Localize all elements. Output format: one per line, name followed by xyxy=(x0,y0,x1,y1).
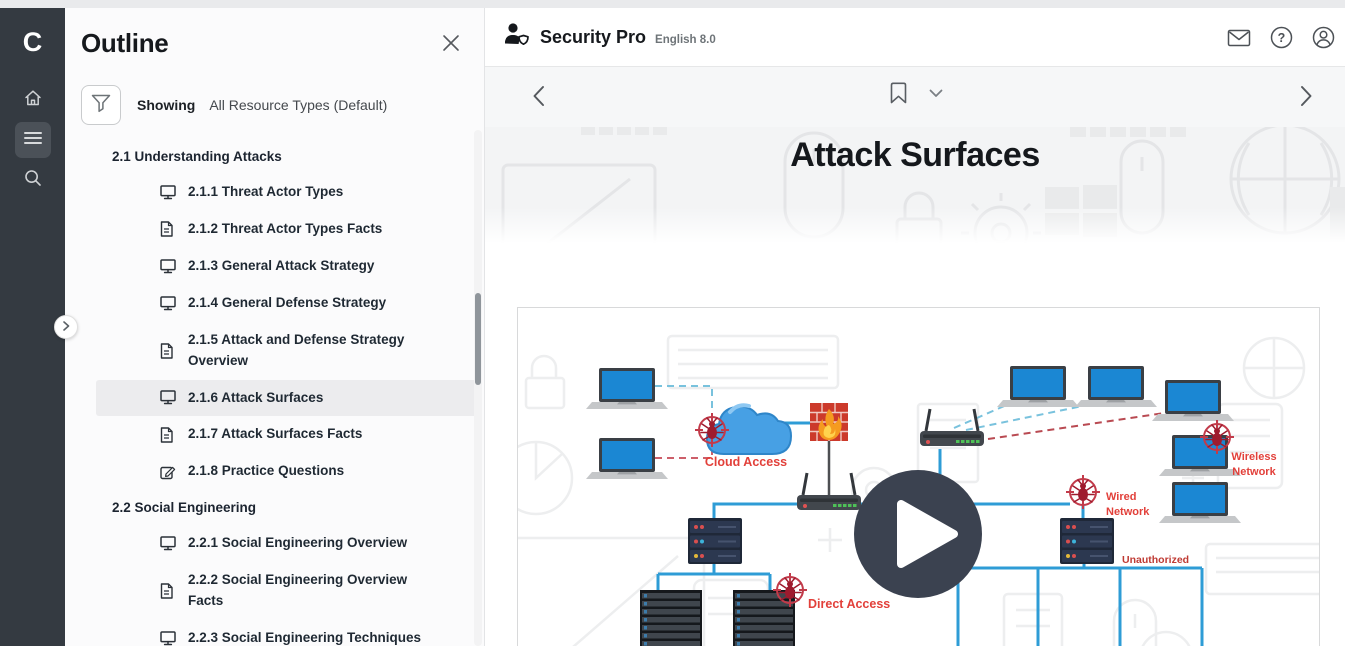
play-button[interactable] xyxy=(854,470,982,598)
video-lesson-icon xyxy=(160,536,176,551)
outline-item[interactable]: 2.1.2 Threat Actor Types Facts xyxy=(96,211,478,248)
filter-funnel-icon xyxy=(90,93,112,118)
cloud-access-label: Cloud Access xyxy=(705,455,787,469)
laptop-device xyxy=(1075,366,1157,407)
filter-showing-label: Showing xyxy=(137,97,195,113)
outline-item[interactable]: 2.1.8 Practice Questions xyxy=(96,453,478,490)
video-lesson-icon xyxy=(160,185,176,200)
app-window: C Outline xyxy=(0,0,1345,646)
outline-item-label: 2.1.7 Attack Surfaces Facts xyxy=(188,424,362,445)
outline-item[interactable]: 2.2.1 Social Engineering Overview xyxy=(96,525,478,562)
course-edition: English 8.0 xyxy=(655,34,716,46)
video-lesson-icon xyxy=(160,259,176,274)
outline-panel: Outline Showing All Resource Types (Defa… xyxy=(65,8,485,646)
home-icon xyxy=(23,88,43,113)
sidebar-nav xyxy=(15,82,51,198)
document-icon xyxy=(160,343,176,359)
bookmark-dropdown-caret-icon[interactable] xyxy=(929,89,943,98)
bookmark-icon[interactable] xyxy=(890,82,907,104)
outline-item-label: 2.1.4 General Defense Strategy xyxy=(188,293,386,314)
video-lesson-icon xyxy=(160,390,176,405)
wireless-network-label: Network xyxy=(1232,466,1276,478)
wired-network-label: Wired xyxy=(1106,491,1136,503)
outline-item[interactable]: 2.1.5 Attack and Defense Strategy Overvi… xyxy=(96,322,478,380)
outline-item-label: 2.2.3 Social Engineering Techniques xyxy=(188,628,421,646)
cloud-shape xyxy=(707,405,791,454)
outline-scrollbar-track xyxy=(474,130,482,646)
laptop-device xyxy=(586,368,668,409)
filter-value[interactable]: All Resource Types (Default) xyxy=(209,97,387,113)
server-stack xyxy=(1060,518,1114,564)
outline-item[interactable]: 2.1.3 General Attack Strategy xyxy=(96,248,478,285)
wireless-router-device xyxy=(920,409,984,446)
wireless-network-label: Wireless xyxy=(1231,451,1276,463)
outline-title: Outline xyxy=(81,28,168,59)
outline-item[interactable]: 2.2.2 Social Engineering Overview Facts xyxy=(96,562,478,620)
outline-item-label: 2.2.1 Social Engineering Overview xyxy=(188,533,407,554)
direct-access-label: Direct Access xyxy=(808,597,890,611)
threat-bug-icon xyxy=(1066,475,1100,509)
outline-item-label: 2.2.2 Social Engineering Overview Facts xyxy=(188,570,436,612)
unauthorized-label: Unauthorized xyxy=(1122,554,1189,566)
page-title: Attack Surfaces xyxy=(485,136,1345,175)
outline-item-selected[interactable]: 2.1.6 Attack Surfaces xyxy=(96,380,478,417)
filter-button[interactable] xyxy=(81,85,121,125)
help-glyph: ? xyxy=(1278,31,1286,45)
close-icon xyxy=(442,39,460,56)
course-shield-person-icon xyxy=(503,22,530,52)
wired-network-label: Network xyxy=(1106,506,1150,518)
lesson-banner: Attack Surfaces xyxy=(485,127,1345,243)
network-diagram: Cloud Access Direct Access Wireless Netw… xyxy=(518,308,1319,646)
outline-item[interactable]: 2.1.1 Threat Actor Types xyxy=(96,174,478,211)
outline-item-label: 2.1.6 Attack Surfaces xyxy=(188,388,323,409)
outline-section-header[interactable]: 2.2 Social Engineering xyxy=(65,490,484,525)
document-icon xyxy=(160,221,176,237)
document-icon xyxy=(160,427,176,443)
sidebar-item-outline[interactable] xyxy=(15,122,51,158)
video-lesson-icon xyxy=(160,631,176,646)
outline-section-header[interactable]: 2.1 Understanding Attacks xyxy=(65,139,484,174)
sidebar-item-home[interactable] xyxy=(15,82,51,118)
outline-item[interactable]: 2.2.3 Social Engineering Techniques xyxy=(96,620,478,646)
outline-item-label: 2.1.2 Threat Actor Types Facts xyxy=(188,219,382,240)
server-rack xyxy=(733,590,795,646)
close-outline-button[interactable] xyxy=(442,34,460,57)
server-rack xyxy=(640,590,702,646)
laptop-device xyxy=(997,366,1079,407)
firewall-shape xyxy=(810,403,848,441)
top-strip xyxy=(0,0,1345,8)
outline-list: 2.1 Understanding Attacks 2.1.1 Threat A… xyxy=(65,139,484,646)
main-content: Security Pro English 8.0 ? xyxy=(485,8,1345,646)
sidebar-item-search[interactable] xyxy=(15,162,51,198)
outline-item-label: 2.1.8 Practice Questions xyxy=(188,461,344,482)
outline-item-label: 2.1.3 General Attack Strategy xyxy=(188,256,374,277)
course-title: Security Pro xyxy=(540,27,646,48)
mail-icon[interactable] xyxy=(1227,28,1251,48)
outline-scrollbar-thumb[interactable] xyxy=(475,293,481,385)
outline-item[interactable]: 2.1.7 Attack Surfaces Facts xyxy=(96,416,478,453)
chevron-right-icon xyxy=(62,318,70,336)
server-stack xyxy=(688,518,742,564)
document-icon xyxy=(160,583,176,599)
outline-item[interactable]: 2.1.4 General Defense Strategy xyxy=(96,285,478,322)
video-player[interactable]: Cloud Access Direct Access Wireless Netw… xyxy=(517,307,1320,646)
outline-item-label: 2.1.5 Attack and Defense Strategy Overvi… xyxy=(188,330,436,372)
panel-expand-button[interactable] xyxy=(54,315,78,339)
search-icon xyxy=(23,168,43,193)
previous-lesson-button[interactable] xyxy=(532,85,545,112)
laptop-device xyxy=(1152,380,1234,421)
app-logo: C xyxy=(23,20,43,64)
next-lesson-button[interactable] xyxy=(1300,85,1313,112)
help-icon[interactable]: ? xyxy=(1270,26,1293,49)
menu-icon xyxy=(24,131,42,150)
outline-item-label: 2.1.1 Threat Actor Types xyxy=(188,182,343,203)
video-lesson-icon xyxy=(160,296,176,311)
account-icon[interactable] xyxy=(1312,26,1335,49)
practice-edit-icon xyxy=(160,464,176,480)
lesson-navbar xyxy=(485,67,1345,127)
course-header: Security Pro English 8.0 ? xyxy=(485,8,1345,67)
